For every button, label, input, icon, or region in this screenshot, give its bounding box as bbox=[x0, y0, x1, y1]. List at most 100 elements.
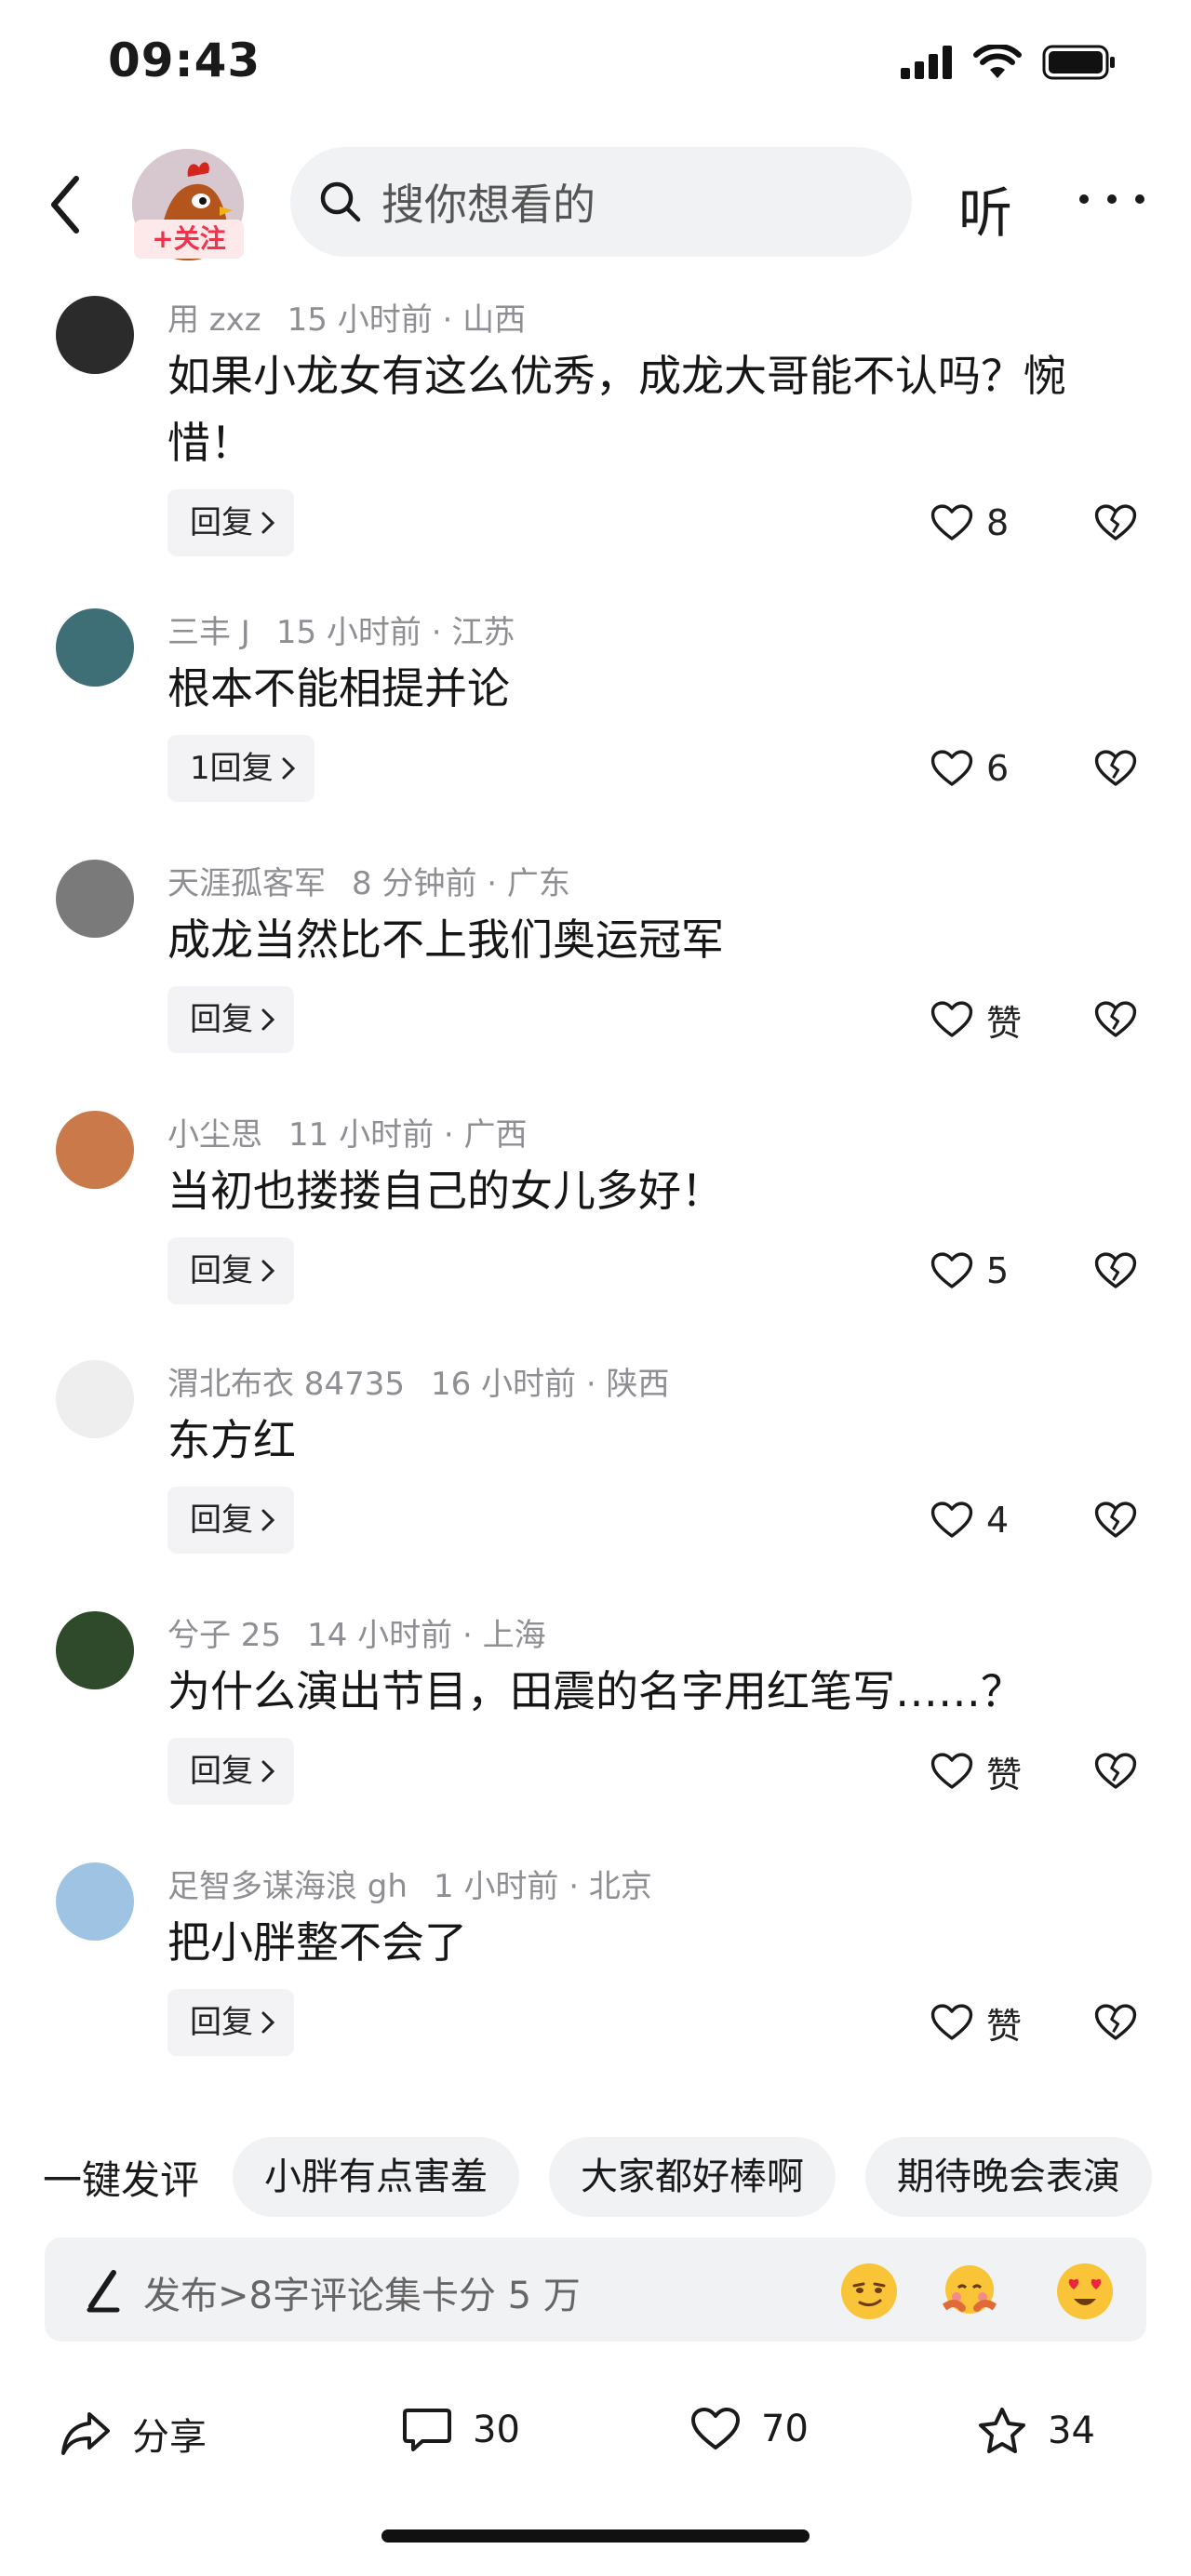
quick-comment-chip[interactable]: 大家都好棒啊 bbox=[549, 2137, 836, 2217]
comment-like-count: 赞 bbox=[986, 1002, 1023, 1044]
reply-button[interactable]: 回复 bbox=[167, 1487, 294, 1554]
comment-meta: 渭北布衣 84735 16 小时前 · 陕西 bbox=[167, 1358, 669, 1404]
reply-button[interactable]: 回复 bbox=[167, 489, 294, 556]
heart-icon bbox=[930, 1501, 973, 1540]
star-icon bbox=[979, 2408, 1025, 2453]
broken-heart-icon[interactable] bbox=[1094, 1738, 1143, 1805]
favorite-count: 34 bbox=[1048, 2409, 1095, 2452]
quick-comment-title: 一键发评 bbox=[43, 2156, 200, 2203]
comment-like-button[interactable]: 赞 bbox=[930, 1738, 1022, 1805]
reply-button[interactable]: 回复 bbox=[167, 1237, 294, 1304]
commenter-name[interactable]: 小尘思 bbox=[167, 1116, 262, 1154]
comment-item: 兮子 25 14 小时前 · 上海为什么演出节目，田震的名字用红笔写……？ 回复 赞 bbox=[0, 1609, 1191, 1859]
reply-button[interactable]: 回复 bbox=[167, 1738, 294, 1805]
comment-location: 山西 bbox=[462, 301, 527, 339]
comment-text: 为什么演出节目，田震的名字用红笔写……？ bbox=[167, 1666, 1024, 1716]
broken-heart-icon[interactable] bbox=[1094, 489, 1143, 556]
commenter-avatar[interactable] bbox=[56, 1862, 134, 1941]
commenter-name[interactable]: 三丰 J bbox=[167, 614, 250, 651]
comment-item: 渭北布衣 84735 16 小时前 · 陕西 东方红 回复 4 bbox=[0, 1358, 1191, 1608]
reply-button[interactable]: 1回复 bbox=[167, 735, 314, 802]
chevron-left-icon bbox=[51, 176, 79, 234]
back-button[interactable] bbox=[37, 167, 93, 242]
broken-heart-icon[interactable] bbox=[1094, 1237, 1143, 1304]
dot-icon bbox=[1135, 194, 1144, 204]
comment-like-count: 5 bbox=[986, 1250, 1010, 1291]
chevron-right-icon bbox=[261, 2010, 275, 2035]
reply-label: 回复 bbox=[190, 1001, 253, 1038]
commenter-avatar[interactable] bbox=[56, 1611, 134, 1689]
smirk-emoji-icon[interactable] bbox=[839, 2262, 899, 2321]
share-label: 分享 bbox=[132, 2416, 207, 2459]
reply-button[interactable]: 回复 bbox=[167, 1989, 294, 2056]
comment-time: 15 小时前 bbox=[287, 301, 433, 339]
comment-meta: 兮子 25 14 小时前 · 上海 bbox=[167, 1609, 546, 1655]
comment-location: 广西 bbox=[463, 1116, 528, 1154]
commenter-avatar[interactable] bbox=[56, 296, 134, 374]
wifi-icon bbox=[973, 45, 1022, 78]
hug-emoji-icon[interactable] bbox=[940, 2262, 999, 2321]
comment-meta: 小尘思 11 小时前 · 广西 bbox=[167, 1109, 528, 1155]
comment-like-button[interactable]: 赞 bbox=[930, 986, 1022, 1053]
comment-like-button[interactable]: 4 bbox=[930, 1487, 1009, 1554]
more-options-button[interactable] bbox=[1079, 180, 1144, 218]
commenter-avatar[interactable] bbox=[56, 860, 134, 938]
listen-button[interactable]: 听 bbox=[958, 169, 1012, 247]
comment-like-button[interactable]: 赞 bbox=[930, 1989, 1022, 2056]
comment-time: 15 小时前 bbox=[275, 614, 422, 651]
share-button[interactable]: 分享 bbox=[60, 2407, 207, 2461]
broken-heart-icon[interactable] bbox=[1094, 1487, 1143, 1554]
comment-meta: 用 zxz 15 小时前 · 山西 bbox=[167, 294, 526, 340]
comment-text: 当初也搂搂自己的女儿多好！ bbox=[167, 1166, 724, 1216]
comment-meta: 足智多谋海浪 gh 1 小时前 · 北京 bbox=[167, 1861, 652, 1906]
reply-button[interactable]: 回复 bbox=[167, 986, 294, 1053]
comment-text: 成龙当然比不上我们奥运冠军 bbox=[167, 914, 724, 965]
follow-button[interactable]: +关注 bbox=[134, 220, 244, 259]
comment-location: 江苏 bbox=[451, 614, 515, 651]
heart-eyes-emoji-icon[interactable] bbox=[1055, 2262, 1115, 2321]
comment-like-button[interactable]: 5 bbox=[930, 1237, 1009, 1304]
comment-like-count: 赞 bbox=[986, 1754, 1023, 1795]
comment-like-button[interactable]: 8 bbox=[930, 489, 1009, 556]
commenter-name[interactable]: 用 zxz bbox=[167, 301, 261, 339]
comment-item: 用 zxz 15 小时前 · 山西 如果小龙女有这么优秀，成龙大哥能不认吗？惋惜！ 回… bbox=[0, 294, 1191, 556]
meta-dot: · bbox=[432, 301, 463, 339]
comment-item: 天涯孤客军 8 分钟前 · 广东 成龙当然比不上我们奥运冠军 回复 赞 bbox=[0, 858, 1191, 1107]
comment-button[interactable]: 30 bbox=[402, 2407, 520, 2453]
chevron-right-icon bbox=[261, 1508, 275, 1532]
comment-like-count: 8 bbox=[986, 502, 1010, 543]
heart-icon bbox=[930, 1752, 973, 1791]
commenter-name[interactable]: 足智多谋海浪 gh bbox=[167, 1868, 408, 1905]
comment-count: 30 bbox=[473, 2409, 520, 2451]
search-input[interactable]: 搜你想看的 bbox=[290, 147, 912, 257]
like-button[interactable]: 70 bbox=[690, 2407, 809, 2451]
commenter-avatar[interactable] bbox=[56, 1111, 134, 1189]
quick-comment-chip[interactable]: 期待晚会表演 bbox=[865, 2137, 1153, 2217]
heart-icon bbox=[930, 503, 973, 542]
favorite-button[interactable]: 34 bbox=[977, 2407, 1095, 2455]
broken-heart-icon[interactable] bbox=[1094, 986, 1143, 1053]
commenter-avatar[interactable] bbox=[56, 1360, 134, 1438]
broken-heart-icon[interactable] bbox=[1094, 735, 1143, 802]
comment-like-button[interactable]: 6 bbox=[930, 735, 1009, 802]
comment-compose-field[interactable]: 发布>8字评论集卡分 5 万 bbox=[45, 2237, 1146, 2342]
quick-comment-chip[interactable]: 小胖有点害羞 bbox=[233, 2137, 520, 2217]
comment-item: 三丰 J 15 小时前 · 江苏 根本不能相提并论 1回复 6 bbox=[0, 607, 1191, 856]
reply-label: 回复 bbox=[190, 1753, 253, 1790]
comment-location: 陕西 bbox=[606, 1366, 670, 1403]
commenter-avatar[interactable] bbox=[56, 608, 134, 687]
reply-label: 回复 bbox=[190, 504, 253, 541]
commenter-name[interactable]: 渭北布衣 84735 bbox=[167, 1366, 405, 1403]
reply-label: 回复 bbox=[190, 1252, 253, 1289]
reply-label: 回复 bbox=[190, 2004, 253, 2041]
commenter-name[interactable]: 天涯孤客军 bbox=[167, 865, 326, 902]
share-icon bbox=[61, 2412, 110, 2455]
comment-location: 北京 bbox=[588, 1868, 652, 1905]
status-bar: 09:43 bbox=[0, 0, 1191, 130]
commenter-name[interactable]: 兮子 25 bbox=[167, 1617, 281, 1654]
meta-dot: · bbox=[452, 1617, 483, 1654]
chevron-right-icon bbox=[281, 756, 296, 781]
top-nav: +关注 搜你想看的 听 bbox=[0, 140, 1191, 270]
broken-heart-icon[interactable] bbox=[1094, 1989, 1143, 2056]
heart-icon bbox=[930, 749, 973, 788]
